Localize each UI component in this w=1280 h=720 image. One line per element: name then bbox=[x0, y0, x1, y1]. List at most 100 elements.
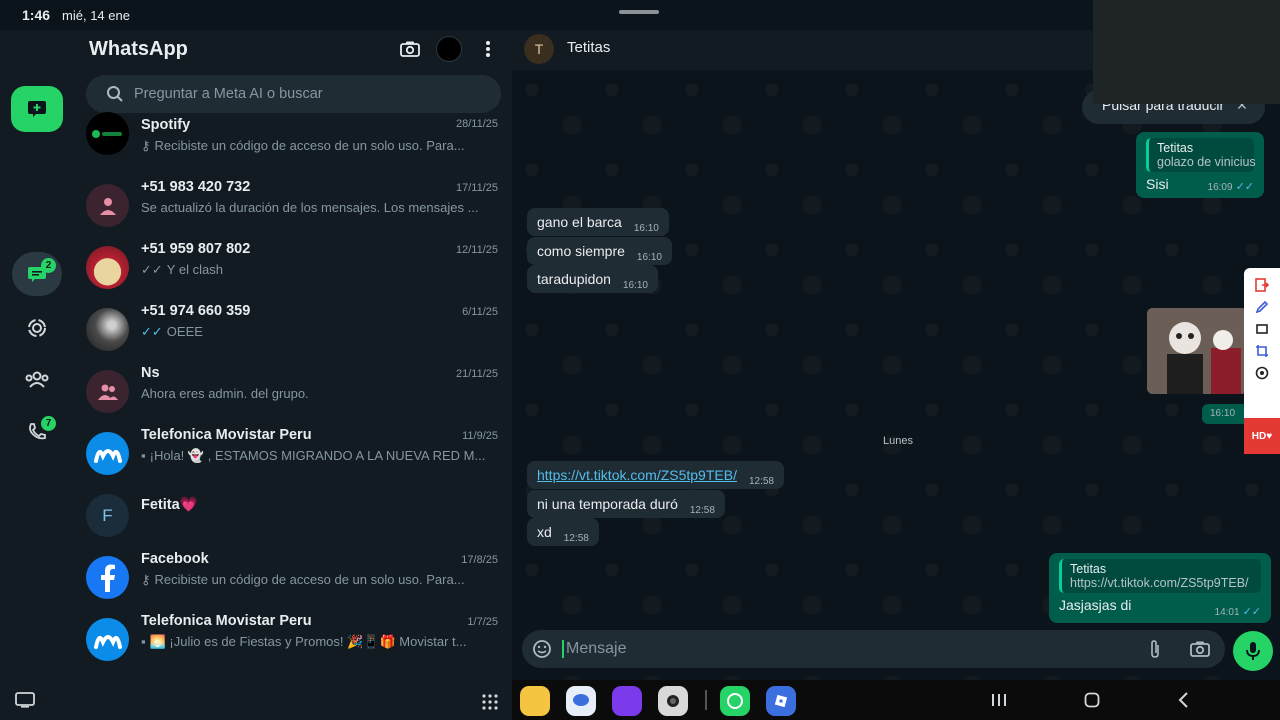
chat-preview: ✓✓ OEEE bbox=[141, 324, 486, 340]
incoming-message[interactable]: ni una temporada duró 12:58 bbox=[527, 490, 725, 518]
whatsapp-icon bbox=[727, 693, 743, 709]
quoted-message[interactable]: Tetitas golazo de vinicius bbox=[1146, 138, 1256, 172]
chat-name: Telefonica Movistar Peru bbox=[141, 427, 312, 443]
chat-item-ns[interactable]: Ns 21/11/25 Ahora eres admin. del grupo. bbox=[74, 362, 512, 424]
outgoing-message[interactable]: Tetitas golazo de vinicius Sisi 16:09 ✓✓ bbox=[1136, 132, 1264, 198]
quoted-text: https://vt.tiktok.com/ZS5tp9TEB/ bbox=[1070, 576, 1249, 590]
attach-button[interactable] bbox=[1148, 639, 1162, 664]
facebook-icon bbox=[100, 564, 115, 592]
contact-avatar[interactable]: T bbox=[524, 34, 554, 64]
back-button[interactable] bbox=[1172, 688, 1196, 712]
camera-button[interactable] bbox=[398, 37, 422, 61]
incoming-message[interactable]: como siempre 16:10 bbox=[527, 237, 672, 265]
facebook-logo-avatar bbox=[86, 556, 129, 599]
chat-preview-text: Recibiste un código de acceso de un solo… bbox=[154, 138, 465, 153]
chat-item-51983420732[interactable]: +51 983 420 732 17/11/25 Se actualizó la… bbox=[74, 176, 512, 238]
camera-icon bbox=[400, 41, 420, 57]
message-text: gano el barca bbox=[537, 214, 622, 230]
key-icon: ⚷ bbox=[141, 572, 151, 587]
message-input-bar[interactable]: Mensaje bbox=[522, 630, 1225, 668]
status-icon bbox=[28, 319, 46, 337]
record-icon[interactable] bbox=[1255, 366, 1269, 380]
messages-app-icon[interactable] bbox=[566, 686, 596, 716]
camera-attach-button[interactable] bbox=[1190, 640, 1210, 663]
system-taskbar bbox=[512, 680, 1280, 720]
browser-app-icon[interactable] bbox=[612, 686, 642, 716]
search-bar[interactable]: Preguntar a Meta AI o buscar bbox=[86, 75, 501, 113]
chat-preview-text: Y el clash bbox=[166, 262, 223, 277]
chat-preview-text: Recibiste un código de acceso de un solo… bbox=[154, 572, 465, 587]
crop-rect-icon[interactable] bbox=[1255, 322, 1269, 336]
voice-message-button[interactable] bbox=[1233, 631, 1273, 671]
chat-name: +51 974 660 359 bbox=[141, 303, 251, 319]
crop-icon[interactable] bbox=[1255, 344, 1269, 358]
chat-date: 12/11/25 bbox=[455, 244, 498, 256]
paperclip-icon bbox=[1151, 640, 1159, 658]
incoming-message[interactable]: taradupidon 16:10 bbox=[527, 265, 658, 293]
chat-name: Ns bbox=[141, 365, 160, 381]
message-link[interactable]: https://vt.tiktok.com/ZS5tp9TEB/ bbox=[537, 467, 737, 483]
message-time: 12:58 bbox=[563, 533, 589, 544]
chat-name: +51 959 807 802 bbox=[141, 241, 251, 257]
profile-avatar[interactable] bbox=[436, 36, 462, 62]
message-text: xd bbox=[537, 524, 552, 540]
camera-app-icon[interactable] bbox=[658, 686, 688, 716]
incoming-message[interactable]: gano el barca 16:10 bbox=[527, 208, 669, 236]
contact-name[interactable]: Tetitas bbox=[567, 39, 610, 56]
exit-icon[interactable] bbox=[1255, 278, 1269, 292]
home-button[interactable] bbox=[1080, 688, 1104, 712]
recents-button[interactable] bbox=[987, 688, 1011, 712]
camera-icon bbox=[1190, 641, 1210, 657]
chat-item-facebook[interactable]: Facebook 17/8/25 ⚷ Recibiste un código de… bbox=[74, 548, 512, 610]
sticker-icon[interactable] bbox=[532, 639, 552, 659]
hd-button[interactable]: HD ♥ bbox=[1244, 418, 1280, 454]
floating-window[interactable] bbox=[1093, 0, 1280, 104]
chat-preview: ▪ 🌅 ¡Julio es de Fiestas y Promos! 🎉📱🎁 Mo… bbox=[141, 634, 486, 650]
outgoing-message[interactable]: Tetitas https://vt.tiktok.com/ZS5tp9TEB/… bbox=[1049, 553, 1271, 623]
message-time: 16:10 bbox=[622, 280, 648, 291]
chat-date: 11/9/25 bbox=[462, 430, 498, 442]
outgoing-photo-message[interactable] bbox=[1147, 308, 1247, 394]
incoming-message[interactable]: xd 12:58 bbox=[527, 518, 599, 546]
pen-icon[interactable] bbox=[1255, 300, 1269, 314]
chat-preview: Ahora eres admin. del grupo. bbox=[141, 386, 486, 401]
spotify-logo-avatar bbox=[86, 112, 129, 155]
chat-item-telefonica-movistar-peru[interactable]: Telefonica Movistar Peru 1/7/25 ▪ 🌅 ¡Juli… bbox=[74, 610, 512, 672]
chat-preview-text: ¡Hola! 👻 , ESTAMOS MIGRANDO A LA NUEVA R… bbox=[149, 448, 486, 463]
roblox-app-icon[interactable] bbox=[766, 686, 796, 716]
image-icon: ▪ bbox=[141, 448, 146, 463]
menu-button[interactable] bbox=[476, 37, 500, 61]
rail-status-button[interactable] bbox=[12, 306, 62, 350]
screen-cast-button[interactable] bbox=[15, 692, 35, 713]
chat-item-telefonica-movistar-peru[interactable]: Telefonica Movistar Peru 11/9/25 ▪ ¡Hola!… bbox=[74, 424, 512, 486]
chat-name: Fetita💗 bbox=[141, 497, 198, 513]
files-app-icon[interactable] bbox=[520, 686, 550, 716]
message-input[interactable]: Mensaje bbox=[562, 640, 626, 658]
rail-calls-button[interactable]: 7 bbox=[12, 410, 62, 454]
movistar-icon bbox=[93, 448, 122, 463]
movistar-logo-avatar bbox=[86, 618, 129, 661]
app-drawer-button[interactable] bbox=[482, 694, 498, 715]
status-date: mié, 14 ene bbox=[62, 7, 130, 23]
chat-item-fetita[interactable]: F Fetita💗 bbox=[74, 486, 512, 548]
chat-item-51959807802[interactable]: +51 959 807 802 12/11/25 ✓✓ Y el clash bbox=[74, 238, 512, 300]
hd-label: HD bbox=[1251, 430, 1267, 442]
whatsapp-app-icon[interactable] bbox=[720, 686, 750, 716]
chat-item-51974660359[interactable]: +51 974 660 359 6/11/25 ✓✓ OEEE bbox=[74, 300, 512, 362]
window-drag-handle[interactable] bbox=[619, 10, 659, 14]
edge-panel-tools[interactable]: HD ♥ bbox=[1244, 268, 1280, 454]
rail-chats-button[interactable]: 2 bbox=[12, 252, 62, 296]
chat-list-panel: WhatsApp Preguntar a Meta AI o buscar Sp… bbox=[74, 30, 512, 680]
chat-item-spotify[interactable]: Spotify 28/11/25 ⚷ Recibiste un código de… bbox=[74, 112, 512, 176]
message-text: ni una temporada duró bbox=[537, 496, 678, 512]
avatar-placeholder bbox=[86, 184, 129, 227]
chat-preview: ✓✓ Y el clash bbox=[141, 262, 486, 278]
new-chat-button[interactable] bbox=[11, 86, 63, 132]
contact-photo-avatar bbox=[86, 308, 129, 351]
incoming-message[interactable]: https://vt.tiktok.com/ZS5tp9TEB/12:58 bbox=[527, 461, 784, 489]
microphone-icon bbox=[1246, 642, 1260, 660]
movistar-icon bbox=[93, 634, 122, 649]
conversation-body: Pulsar para traducir ✕ Tetitas golazo de… bbox=[512, 70, 1280, 680]
quoted-message[interactable]: Tetitas https://vt.tiktok.com/ZS5tp9TEB/ bbox=[1059, 559, 1261, 593]
rail-communities-button[interactable] bbox=[12, 358, 62, 402]
